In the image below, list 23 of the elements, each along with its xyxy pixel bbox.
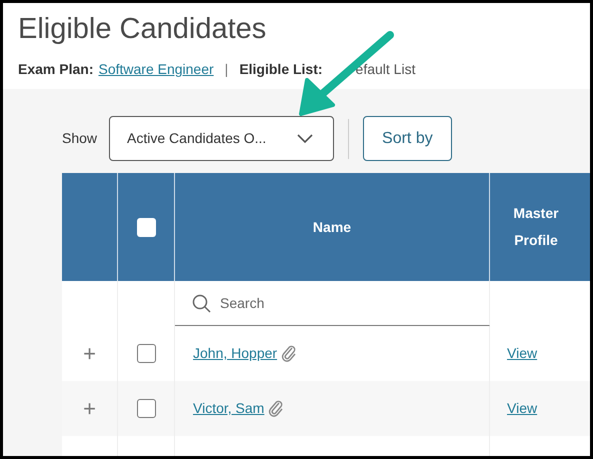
page-title: Eligible Candidates	[18, 12, 266, 47]
filter-dropdown[interactable]: Active Candidates O...	[109, 116, 334, 161]
eligible-list-label: Eligible List:	[239, 60, 323, 79]
expand-button[interactable]: +	[83, 398, 96, 420]
eligible-list-value: efault List	[356, 60, 416, 79]
show-label: Show	[62, 129, 98, 148]
view-profile-link[interactable]: View	[507, 343, 538, 364]
chevron-down-icon	[297, 134, 314, 143]
column-header[interactable]: Master Profile	[490, 173, 590, 281]
candidate-name-link[interactable]: John, Hopper	[193, 343, 278, 364]
separator: |	[224, 60, 228, 79]
view-profile-link[interactable]: View	[507, 398, 538, 419]
search-icon	[192, 294, 211, 312]
paperclip-icon	[268, 400, 284, 418]
checkbox[interactable]	[136, 218, 156, 236]
sort-by-button[interactable]: Sort by	[363, 116, 452, 161]
candidate-name-link[interactable]: Victor, Sam	[193, 398, 264, 419]
expand-button[interactable]: +	[83, 342, 96, 364]
paperclip-icon	[281, 344, 298, 362]
exam-plan-label: Exam Plan:	[18, 60, 94, 79]
checkbox[interactable]	[136, 344, 156, 363]
exam-plan-link[interactable]: Software Engineer	[98, 59, 214, 80]
checkbox[interactable]	[136, 399, 156, 418]
